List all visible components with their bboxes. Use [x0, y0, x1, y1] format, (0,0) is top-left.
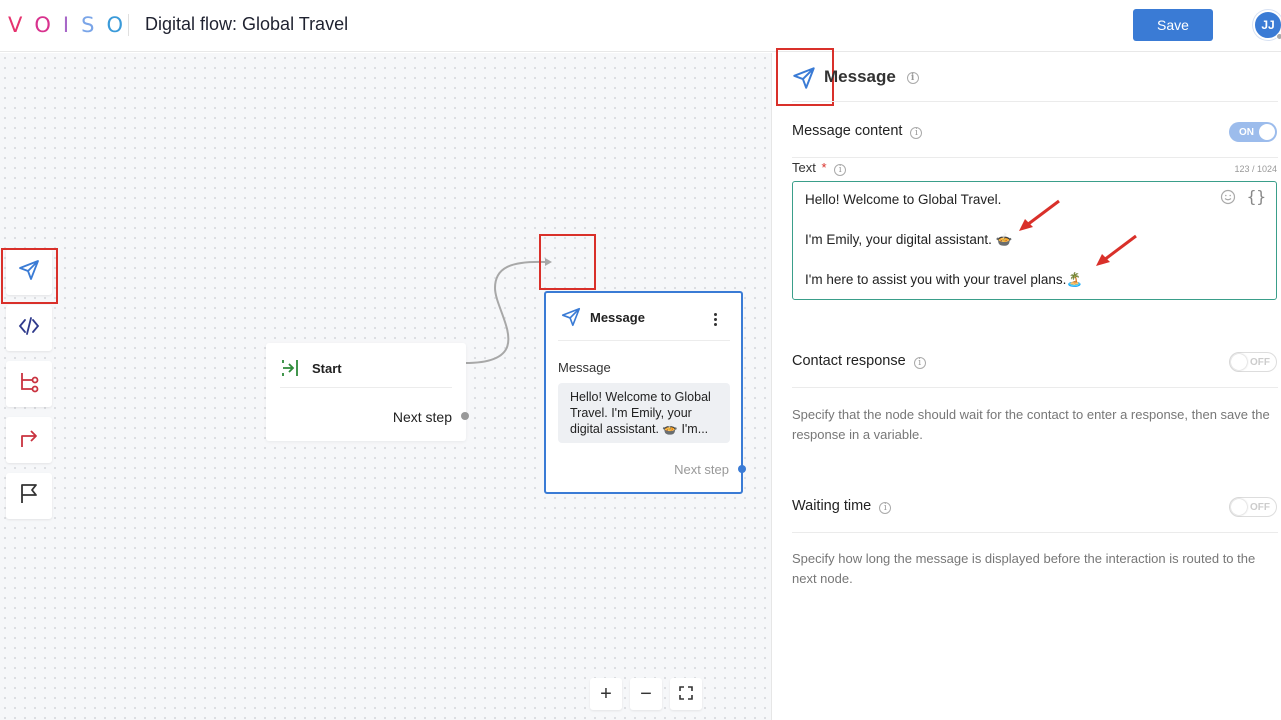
message-label: Message [558, 360, 611, 375]
text-field-label-text: Text [792, 160, 816, 175]
message-preview: Hello! Welcome to Global Travel. I'm Emi… [558, 383, 730, 443]
output-port[interactable] [738, 465, 746, 473]
annotation-highlight [539, 234, 596, 290]
node-title: Message [590, 310, 645, 325]
waiting-time-label-text: Waiting time [792, 498, 872, 514]
send-icon [560, 306, 582, 333]
info-icon[interactable]: i [879, 502, 892, 514]
logo-letter: O [34, 13, 54, 37]
contact-response-label-text: Contact response [792, 353, 906, 369]
zoom-out-button[interactable]: − [630, 678, 662, 710]
char-count: 123 / 1024 [1234, 164, 1277, 174]
text-field-label: Text * i [792, 160, 847, 176]
redirect-icon [17, 426, 41, 455]
panel-title-text: Message [824, 67, 896, 86]
enter-icon [280, 357, 302, 384]
zoom-in-button[interactable]: + [590, 678, 622, 710]
branch-icon [17, 370, 41, 399]
emoji-icon[interactable] [1220, 189, 1236, 211]
app-header: V O I S O Digital flow: Global Travel Sa… [0, 0, 1281, 52]
divider [792, 101, 1278, 102]
output-port[interactable] [461, 412, 469, 420]
more-options-icon[interactable] [714, 313, 718, 326]
divider [792, 157, 1278, 158]
panel-title: Message i [824, 67, 919, 87]
annotation-arrow [1019, 199, 1060, 231]
divider [792, 532, 1278, 533]
voiso-logo[interactable]: V O I S O [8, 12, 126, 38]
info-icon[interactable]: i [834, 164, 847, 176]
toolbar-end-button[interactable] [6, 473, 52, 519]
message-content-label: Message content i [792, 123, 923, 139]
toolbar-redirect-button[interactable] [6, 417, 52, 463]
page-title: Digital flow: Global Travel [145, 14, 349, 34]
waiting-time-label: Waiting time i [792, 498, 892, 514]
logo-letter: S [81, 13, 98, 37]
fit-screen-button[interactable] [670, 678, 702, 710]
info-icon[interactable]: i [906, 72, 919, 84]
contact-response-toggle[interactable]: OFF [1229, 352, 1277, 372]
save-button[interactable]: Save [1133, 9, 1213, 41]
toolbar-branch-button[interactable] [6, 361, 52, 407]
start-node[interactable]: Start Next step [266, 343, 469, 441]
divider [792, 387, 1278, 388]
message-node[interactable]: Message Message Hello! Welcome to Global… [544, 291, 746, 494]
next-step-label: Next step [392, 409, 452, 425]
divider [280, 387, 452, 388]
logo-letter: V [8, 13, 26, 37]
toolbar-code-button[interactable] [6, 305, 52, 351]
waiting-time-description: Specify how long the message is displaye… [792, 551, 1256, 586]
logo-letter: O [106, 13, 126, 37]
message-content-toggle[interactable]: ON [1229, 122, 1277, 142]
header-divider [128, 14, 129, 36]
message-content-label-text: Message content [792, 123, 903, 139]
info-icon[interactable]: i [913, 357, 926, 369]
next-step-label: Next step [674, 462, 729, 477]
annotation-arrow [1096, 234, 1137, 266]
contact-response-description: Specify that the node should wait for th… [792, 407, 1270, 442]
text-line: I'm here to assist you with your travel … [805, 272, 1084, 287]
annotation-highlight [1, 248, 58, 304]
fit-screen-icon [679, 683, 693, 706]
node-title: Start [312, 361, 342, 376]
divider [558, 340, 730, 341]
text-line [805, 250, 1264, 270]
contact-response-label: Contact response i [792, 353, 926, 369]
status-dot [1276, 33, 1281, 40]
waiting-time-toggle[interactable]: OFF [1229, 497, 1277, 517]
code-icon [17, 314, 41, 343]
properties-panel: Message i Message content i ON Text * i … [773, 48, 1281, 720]
flow-canvas[interactable]: Start Next step Message Message Hello! W… [0, 53, 772, 720]
required-marker: * [821, 160, 827, 175]
logo-letter: I [62, 13, 73, 37]
flag-icon [17, 482, 41, 511]
variable-icon[interactable]: {} [1247, 187, 1266, 207]
info-icon[interactable]: i [910, 127, 923, 139]
